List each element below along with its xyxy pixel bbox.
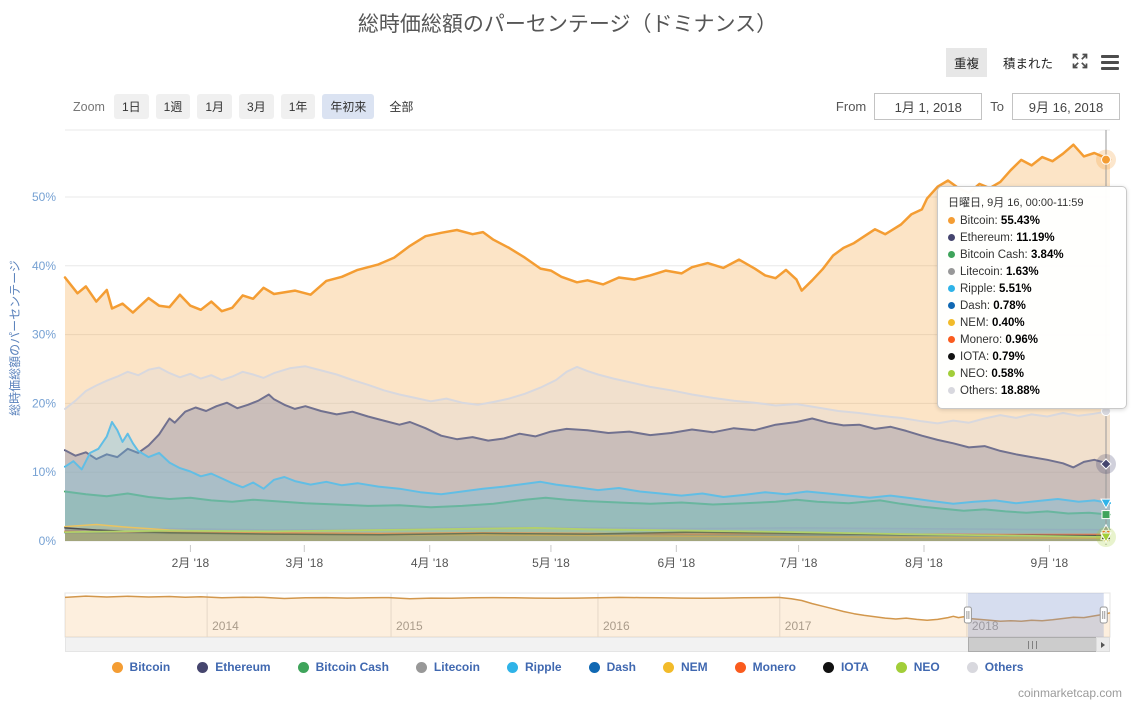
tooltip-row: IOTA: 0.79% <box>948 349 1116 366</box>
legend-item-iota[interactable]: IOTA <box>822 660 869 674</box>
tooltip-value: 0.40% <box>991 317 1025 329</box>
navigator-handle-right[interactable] <box>1099 606 1108 624</box>
series-color-dot <box>948 251 955 258</box>
y-tick-label: 30% <box>32 328 56 342</box>
tooltip-value: 55.43% <box>1000 215 1040 227</box>
legend-label: Dash <box>606 660 636 674</box>
watermark: coinmarketcap.com <box>1017 686 1122 700</box>
x-tick-label: 7月 '18 <box>780 556 818 570</box>
tooltip-value: 5.51% <box>999 283 1032 295</box>
series-color-dot <box>948 336 955 343</box>
legend-item-nem[interactable]: NEM <box>662 660 708 674</box>
legend-label: Ethereum <box>215 660 271 674</box>
legend-item-ripple[interactable]: Ripple <box>506 660 562 674</box>
scrollbar-grip-icon <box>1028 640 1037 649</box>
legend-dot <box>822 661 834 673</box>
y-tick-label: 50% <box>32 190 56 204</box>
tooltip-date: 日曜日, 9月 16, 00:00-11:59 <box>948 197 1084 209</box>
legend-item-monero[interactable]: Monero <box>734 660 796 674</box>
legend-label: IOTA <box>840 660 869 674</box>
tooltip-row: NEO: 0.58% <box>948 366 1116 383</box>
navigator-handle-left[interactable] <box>963 606 972 624</box>
x-tick-label: 9月 '18 <box>1031 556 1069 570</box>
tooltip-value: 3.84% <box>1030 249 1064 261</box>
scrollbar-thumb[interactable] <box>968 637 1097 652</box>
legend-dot <box>297 661 309 673</box>
tooltip-row: Ethereum: 11.19% <box>948 230 1116 247</box>
y-tick-label: 10% <box>32 465 56 479</box>
series-marker <box>1101 154 1111 165</box>
legend-dot <box>734 661 746 673</box>
legend-label: NEM <box>680 660 708 674</box>
tooltip-value: 18.88% <box>1000 385 1040 397</box>
tooltip-rows: Bitcoin: 55.43% Ethereum: 11.19% Bitcoin C… <box>948 213 1116 400</box>
tooltip-row: NEM: 0.40% <box>948 315 1116 332</box>
tooltip-value: 0.58% <box>991 368 1024 380</box>
tooltip-value: 11.19% <box>1016 232 1055 244</box>
navigator-selection[interactable] <box>967 593 1104 637</box>
x-tick-label: 8月 '18 <box>905 556 943 570</box>
tooltip-value: 0.78% <box>993 300 1026 312</box>
scrollbar-right-arrow[interactable] <box>1096 637 1110 652</box>
x-tick-label: 5月 '18 <box>532 556 570 570</box>
legend-dot <box>966 661 978 673</box>
legend-label: Ripple <box>524 660 562 674</box>
legend-label: Monero <box>752 660 796 674</box>
tooltip-value: 0.79% <box>992 351 1025 363</box>
legend-item-ethereum[interactable]: Ethereum <box>197 660 271 674</box>
series-color-dot <box>948 370 955 377</box>
legend-dot <box>197 661 209 673</box>
legend-dot <box>588 661 600 673</box>
legend-item-dash[interactable]: Dash <box>588 660 636 674</box>
legend-label: Bitcoin Cash <box>315 660 389 674</box>
x-tick-label: 2月 '18 <box>172 556 210 570</box>
x-tick-label: 3月 '18 <box>285 556 323 570</box>
scrollbar-track[interactable] <box>65 637 1110 652</box>
series-color-dot <box>948 217 955 224</box>
series-color-dot <box>948 319 955 326</box>
legend-item-litecoin[interactable]: Litecoin <box>415 660 480 674</box>
x-tick-label: 4月 '18 <box>411 556 449 570</box>
legend-label: NEO <box>913 660 940 674</box>
legend-dot <box>415 661 427 673</box>
tooltip-row: Others: 18.88% <box>948 383 1116 400</box>
tooltip-value: 1.63% <box>1006 266 1039 278</box>
tooltip-row: Ripple: 5.51% <box>948 281 1116 298</box>
y-tick-label: 0% <box>39 534 57 548</box>
legend-label: Bitcoin <box>129 660 171 674</box>
legend-item-neo[interactable]: NEO <box>895 660 940 674</box>
right-arrow-icon <box>1101 641 1105 648</box>
series-color-dot <box>948 387 955 394</box>
tooltip-value: 0.96% <box>1005 334 1038 346</box>
series-marker <box>1101 510 1111 520</box>
legend-dot <box>111 661 123 673</box>
legend-item-others[interactable]: Others <box>966 660 1024 674</box>
series-color-dot <box>948 302 955 309</box>
legend-dot <box>895 661 907 673</box>
tooltip-row: Dash: 0.78% <box>948 298 1116 315</box>
series-color-dot <box>948 285 955 292</box>
dominance-chart-page: 総時価総額のパーセンテージ（ドミナンス） 重複 積まれた Zoom 1日 1週 … <box>0 0 1135 711</box>
tooltip-row: Litecoin: 1.63% <box>948 264 1116 281</box>
tooltip-row: Bitcoin: 55.43% <box>948 213 1116 230</box>
legend-label: Others <box>984 660 1024 674</box>
legend-label: Litecoin <box>433 660 480 674</box>
legend-item-bitcoin[interactable]: Bitcoin <box>111 660 171 674</box>
tooltip-row: Bitcoin Cash: 3.84% <box>948 247 1116 264</box>
chart-tooltip: 日曜日, 9月 16, 00:00-11:59 Bitcoin: 55.43% E… <box>937 186 1127 409</box>
series-color-dot <box>948 268 955 275</box>
y-tick-label: 20% <box>32 396 56 410</box>
legend-dot <box>506 661 518 673</box>
y-tick-label: 40% <box>32 259 56 273</box>
tooltip-row: Monero: 0.96% <box>948 332 1116 349</box>
series-color-dot <box>948 353 955 360</box>
legend-item-bitcoin-cash[interactable]: Bitcoin Cash <box>297 660 389 674</box>
series-color-dot <box>948 234 955 241</box>
legend-dot <box>662 661 674 673</box>
x-tick-label: 6月 '18 <box>657 556 695 570</box>
chart-legend: Bitcoin Ethereum Bitcoin Cash Litecoin Rippl… <box>0 660 1135 674</box>
